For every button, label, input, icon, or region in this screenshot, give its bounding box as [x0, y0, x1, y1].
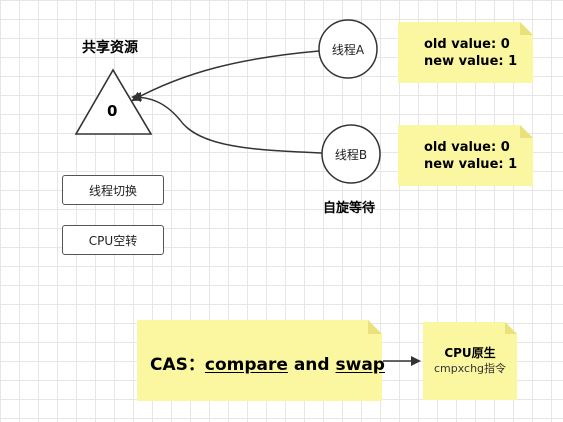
- thread-a-old-value: old value: 0: [424, 37, 510, 52]
- cpu-native-title: CPU原生: [444, 346, 496, 360]
- cpu-native-instruction: cmpxchg指令: [433, 362, 507, 375]
- cas-and: and: [287, 355, 336, 375]
- thread-b-arrow: [131, 92, 323, 154]
- thread-b-new-value: new value: 1: [424, 157, 518, 172]
- thread-a-label: 线程A: [331, 43, 365, 57]
- cpu-native-text: CPU原生 cmpxchg指令: [423, 345, 517, 376]
- spin-wait-caption: 自旋等待: [323, 201, 376, 216]
- cas-compare: compare: [204, 355, 288, 375]
- thread-b-note-text: old value: 0 new value: 1: [424, 139, 517, 173]
- thread-a-arrow: [131, 50, 320, 101]
- cas-swap: swap: [335, 355, 385, 375]
- thread-b-label: 线程B: [334, 148, 368, 162]
- shared-resource-title: 共享资源: [82, 40, 138, 56]
- thread-switch-box: 线程切换: [62, 175, 164, 205]
- cpu-spin-label: CPU空转: [88, 233, 138, 248]
- thread-a-note-text: old value: 0 new value: 1: [424, 36, 517, 70]
- thread-b-old-value: old value: 0: [424, 140, 510, 155]
- cas-text: CAS：compare and swap: [150, 350, 385, 375]
- cpu-spin-box: CPU空转: [62, 225, 164, 255]
- shared-resource-value: 0: [107, 102, 118, 120]
- thread-switch-label: 线程切换: [88, 183, 137, 198]
- thread-a-new-value: new value: 1: [424, 54, 518, 69]
- cas-prefix: CAS：: [150, 355, 205, 375]
